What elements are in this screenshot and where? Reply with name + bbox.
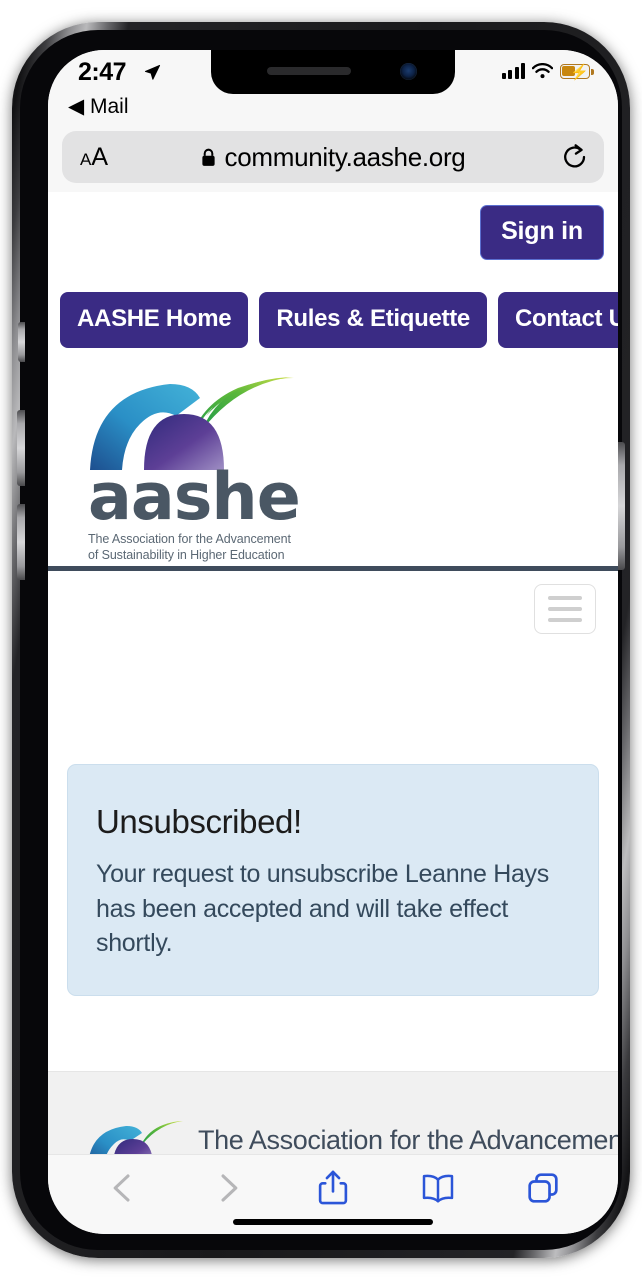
footer-brand[interactable]: The Association for the Advancement — [88, 1118, 618, 1154]
tabs-icon[interactable] — [526, 1170, 560, 1206]
url-display: community.aashe.org — [62, 131, 604, 183]
phone-frame: 2:47 ⚡ ◀ Mail AA community.aashe.org Sig… — [12, 22, 630, 1258]
notch — [211, 50, 455, 94]
nav-button-rules-etiquette[interactable]: Rules & Etiquette — [259, 292, 487, 348]
wifi-icon — [532, 63, 553, 79]
front-camera-icon — [400, 63, 417, 80]
location-arrow-icon — [144, 64, 161, 80]
web-page-content: Sign in AASHE Home Rules & Etiquette Con… — [48, 192, 618, 1154]
back-to-app-label: ◀ Mail — [68, 95, 129, 118]
aashe-wordmark: aashe — [88, 460, 301, 535]
power-button[interactable] — [617, 442, 625, 570]
share-icon[interactable] — [316, 1170, 350, 1206]
header-divider — [48, 566, 618, 571]
cellular-signal-icon — [501, 63, 525, 79]
site-top-navigation: Sign in AASHE Home Rules & Etiquette Con… — [48, 192, 618, 372]
book-icon[interactable] — [421, 1170, 455, 1206]
volume-down-button[interactable] — [17, 504, 25, 580]
alert-heading: Unsubscribed! — [96, 803, 302, 840]
back-to-app-link[interactable]: ◀ Mail — [48, 95, 618, 122]
footer-tagline: The Association for the Advancement — [198, 1125, 618, 1154]
status-time: 2:47 — [78, 58, 127, 86]
chevron-right-icon[interactable] — [211, 1170, 245, 1206]
url-bar[interactable]: AA community.aashe.org — [62, 131, 604, 183]
mute-switch-button[interactable] — [18, 322, 25, 362]
home-indicator[interactable] — [233, 1219, 433, 1225]
aashe-tagline-line1: The Association for the Advancement — [88, 531, 291, 546]
url-text: community.aashe.org — [224, 141, 466, 172]
battery-charging-icon: ⚡ — [560, 63, 594, 81]
unsubscribe-alert: Unsubscribed! Your request to unsubscrib… — [67, 764, 599, 996]
nav-button-contact-us[interactable]: Contact Us — [497, 292, 618, 348]
aashe-tagline: The Association for the Advancement of S… — [88, 531, 298, 564]
sign-in-button[interactable]: Sign in — [480, 205, 604, 260]
earpiece-speaker-icon — [267, 67, 351, 75]
hamburger-menu-icon[interactable] — [534, 584, 596, 634]
reload-icon[interactable] — [562, 143, 588, 171]
nav-button-aashe-home[interactable]: AASHE Home — [60, 292, 249, 348]
volume-up-button[interactable] — [17, 410, 25, 486]
site-footer: The Association for the Advancement — [48, 1071, 618, 1154]
lock-icon — [201, 148, 215, 166]
alert-message: Your request to unsubscribe Leanne Hays … — [96, 860, 549, 957]
nav-button-group: AASHE Home Rules & Etiquette Contact Us — [60, 292, 618, 348]
aashe-brand-logo[interactable]: aashe The Association for the Advancemen… — [88, 370, 301, 564]
safari-top-bar: AA community.aashe.org — [48, 122, 618, 192]
aashe-logo-icon — [89, 1121, 183, 1154]
status-indicators: ⚡ — [501, 63, 594, 81]
phone-screen: 2:47 ⚡ ◀ Mail AA community.aashe.org Sig… — [48, 50, 618, 1234]
aashe-tagline-line2: of Sustainability in Higher Education — [88, 548, 285, 563]
chevron-left-icon[interactable] — [106, 1170, 140, 1206]
